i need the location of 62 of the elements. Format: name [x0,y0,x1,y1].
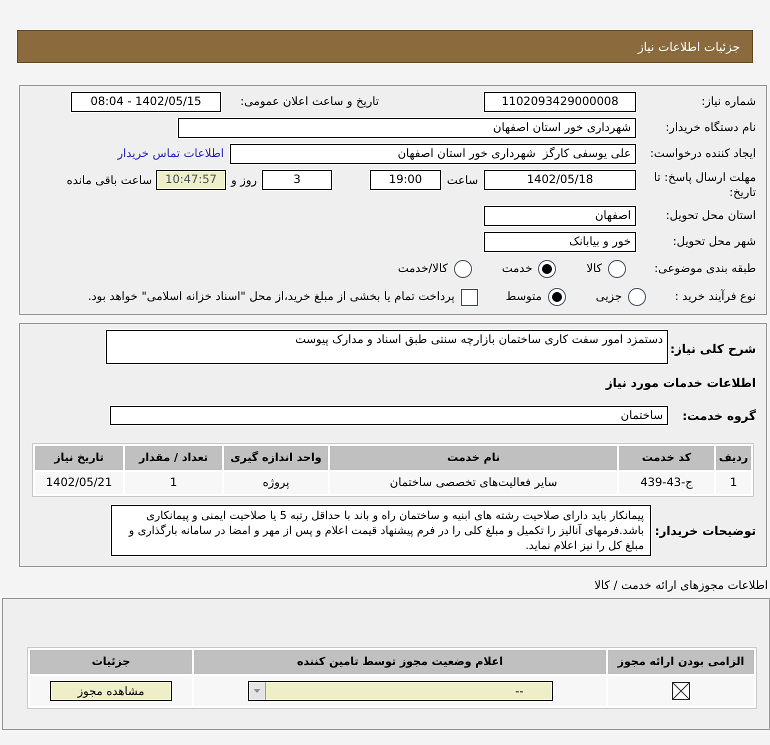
table-cell: 1 [125,472,222,494]
field-label: ایجاد کننده درخواست: [649,145,756,162]
field-label: گروه خدمت: [681,408,756,424]
checkbox[interactable] [460,288,478,306]
field-label: طبقه بندی موضوعی: [653,260,756,278]
field-label: استان محل تحویل: [664,207,756,224]
checkbox[interactable] [672,682,690,700]
text-field[interactable]: 1402/05/15 - 08:04 [71,92,221,112]
table-cell: 1402/05/21 [35,472,123,494]
table-cell: پروژه [224,472,328,494]
radio-button[interactable] [454,260,472,278]
page-title: جزئیات اطلاعات نیاز [638,38,740,56]
text-field[interactable]: خور و بیابانک [484,232,636,252]
text-field[interactable]: 1402/05/18 [484,170,636,190]
table-cell: 1 [716,472,751,494]
column-header: واحد اندازه گیری [224,446,328,470]
column-header: الزامی بودن ارائه مجوز [608,650,754,674]
field-label: توضیحات خریدار: [654,522,756,540]
text-field[interactable]: 1102093429000008 [484,92,636,112]
field-label: شماره نیاز: [700,93,756,110]
field-label: تاریخ و ساعت اعلان عمومی: [239,93,379,110]
text-field[interactable]: 10:47:57 [156,170,226,190]
column-header: ردیف [716,446,751,470]
radio-label: کالا/خدمت [398,260,448,278]
column-header: کد خدمت [619,446,714,470]
field-label: شرح کلی نیاز: [669,341,756,358]
view-permit-button[interactable]: مشاهده مجوز [50,681,172,702]
radio-button[interactable] [548,288,566,306]
field-label: نام دستگاه خریدار: [664,119,756,136]
text-field[interactable]: 19:00 [370,170,441,190]
field-label: شهر محل تحویل: [672,233,756,250]
radio-label: خدمت [502,260,532,278]
text-field[interactable]: شهرداری خور استان اصفهان [178,118,636,138]
field-label: ساعت [446,172,480,189]
column-header: نام خدمت [330,446,617,470]
radio-label: متوسط [506,288,542,306]
radio-label: جزیی [596,288,622,306]
column-header: اعلام وضعیت مجوز توسط تامین کننده [194,650,606,674]
section-heading: اطلاعات مجوزهای ارائه خدمت / کالا [593,577,769,594]
text-field[interactable]: ساختمان [110,406,668,425]
column-header: تعداد / مقدار [125,446,222,470]
radio-button[interactable] [628,288,646,306]
text-field[interactable]: علی یوسفی کارگز شهرداری خور استان اصفهان [230,144,636,164]
field-label: روز و [230,172,258,189]
contact-link[interactable]: اطلاعات تماس خریدار [117,145,224,163]
notes-box: پیمانکار باید دارای صلاحیت رشته های ابنیه و ساختمان راه و باند با حداقل رتبه 5 یا صلاحیت ایمنی و پیمانکاری باشد.فرمهای آنالیز را تکمیل و مبلغ کلی را در فرم پیشنهاد قیمت اعلام و پس از مهر و امضا در سامانه بارگذاری و مبلغ کل را نیز اعلام نماید. [111,505,651,556]
table-cell: ج-43-439 [619,472,714,494]
field-label: ساعت باقی مانده [66,172,152,189]
field-label: نوع فرآیند خرید : [674,288,756,306]
checkbox-label: پرداخت تمام یا بخشی از مبلغ خرید،از محل "اسناد خزانه اسلامی" خواهد بود. [88,288,455,306]
field-label: مهلت ارسال پاسخ: تا تاریخ: [652,170,756,200]
table-cell: سایر فعالیت‌های تخصصی ساختمان [330,472,617,494]
description-box: دستمزد امور سفت کاری ساختمان بازارچه سنتی طبق اسناد و مدارک پیوست [106,330,668,364]
radio-button[interactable] [538,260,556,278]
radio-label: کالا [586,260,602,278]
text-field[interactable]: اصفهان [484,206,636,226]
text-field[interactable]: 3 [262,170,332,190]
status-dropdown[interactable]: -- [248,681,552,702]
section-heading: اطلاعات خدمات مورد نیاز [604,375,756,392]
column-header: جزئیات [30,650,192,674]
column-header: تاریخ نیاز [35,446,123,470]
radio-button[interactable] [608,260,626,278]
